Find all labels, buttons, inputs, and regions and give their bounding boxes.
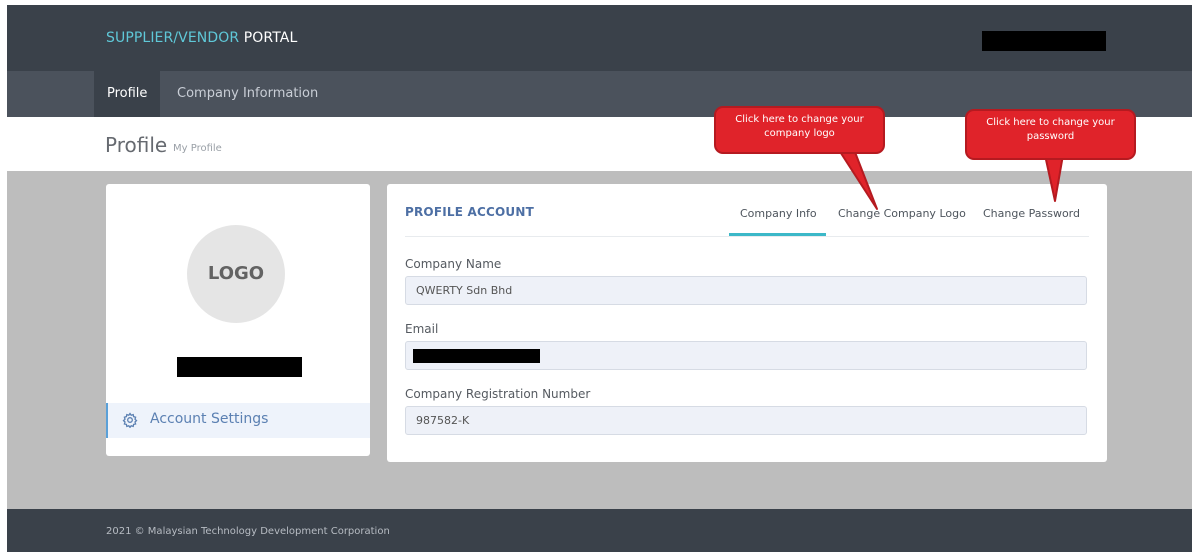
redacted-email-value — [413, 349, 540, 363]
company-name-input[interactable] — [405, 276, 1087, 305]
page-title: Profile — [105, 133, 168, 157]
tab-company-info[interactable]: Company Info — [740, 207, 817, 220]
callout-logo-pointer — [836, 146, 878, 210]
profile-account-title: PROFILE ACCOUNT — [405, 205, 534, 219]
account-settings-label: Account Settings — [150, 411, 269, 427]
company-name-label: Company Name — [405, 257, 502, 271]
redacted-company-name — [177, 357, 302, 377]
brand-strong-text: PORTAL — [243, 30, 298, 46]
brand-title[interactable]: SUPPLIER/VENDOR PORTAL — [106, 30, 297, 46]
callout-change-password: Click here to change your password — [965, 109, 1136, 160]
account-settings-link[interactable]: Account Settings — [106, 403, 370, 438]
nav-item-profile[interactable]: Profile — [94, 71, 161, 117]
tab-divider — [405, 236, 1089, 237]
registration-number-input[interactable] — [405, 406, 1087, 435]
redacted-user-name — [982, 31, 1106, 51]
callout-change-logo: Click here to change your company logo — [714, 106, 885, 154]
callout-password-pointer — [1044, 154, 1064, 202]
brand-accent-text: SUPPLIER/VENDOR — [106, 30, 240, 46]
email-label: Email — [405, 322, 439, 336]
app-frame: SUPPLIER/VENDOR PORTAL Profile Company I… — [7, 5, 1192, 552]
gear-icon — [122, 412, 138, 428]
footer-copyright: 2021 © Malaysian Technology Development … — [106, 526, 390, 537]
tab-change-password[interactable]: Change Password — [983, 207, 1080, 220]
page-subtitle: My Profile — [173, 143, 222, 154]
registration-number-label: Company Registration Number — [405, 387, 591, 401]
nav-item-company-information[interactable]: Company Information — [164, 71, 331, 117]
top-header: SUPPLIER/VENDOR PORTAL — [7, 5, 1192, 71]
profile-account-card: PROFILE ACCOUNT Company Info Change Comp… — [387, 184, 1107, 462]
company-logo-placeholder: LOGO — [187, 225, 285, 323]
profile-summary-card: LOGO Account Settings — [106, 184, 370, 456]
page-footer: 2021 © Malaysian Technology Development … — [7, 509, 1192, 552]
